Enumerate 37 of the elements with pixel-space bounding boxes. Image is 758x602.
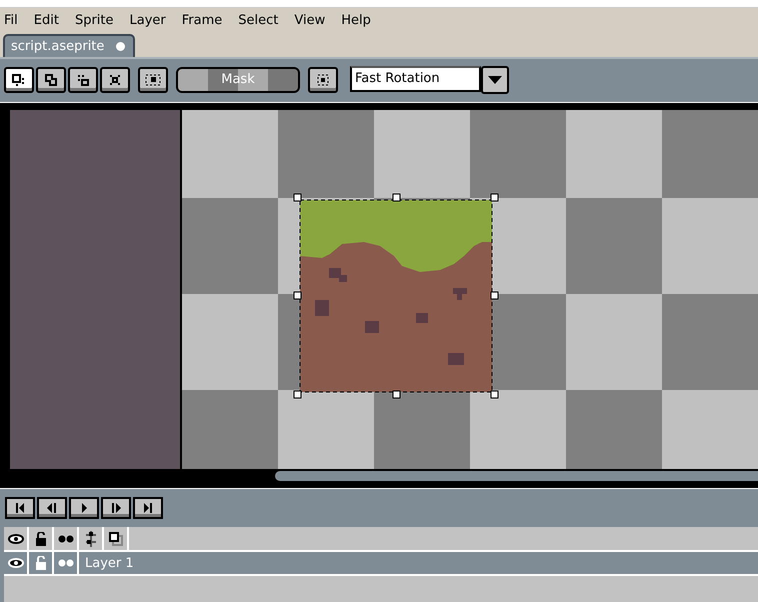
subtract-mode-icon [76,74,90,86]
prev-frame-icon [46,503,58,513]
layer-name: Layer 1 [84,554,134,572]
scrollbar-thumb[interactable] [275,471,758,481]
replace-selection-button[interactable] [4,66,34,92]
modified-dot-icon [116,42,126,51]
grid-button[interactable] [308,66,338,92]
add-selection-button[interactable] [36,66,66,92]
subtract-selection-button[interactable] [68,66,98,92]
first-frame-button[interactable] [5,497,35,519]
dotted-frame-icon [145,74,161,86]
menu-item[interactable]: Help [341,12,371,28]
add-mode-icon [44,74,58,86]
pivot-button[interactable] [138,66,168,92]
menu-item[interactable]: Layer [130,12,166,28]
intersect-mode-icon [108,74,122,86]
next-frame-button[interactable] [101,497,131,519]
first-frame-icon [14,503,26,513]
rotation-dropdown[interactable]: Fast Rotation [350,66,481,92]
intersect-selection-button[interactable] [100,66,130,92]
grid-icon [317,74,329,86]
menu-item[interactable]: Fil [4,12,18,28]
caret-icon [488,76,502,84]
menu-item[interactable]: Sprite [74,12,114,28]
mask-button[interactable]: Mask [176,66,300,92]
menu-item[interactable]: Edit [34,12,59,28]
last-frame-icon [142,503,154,513]
dropdown-button[interactable] [481,66,509,94]
next-frame-icon [110,503,122,513]
replace-mode-icon [12,74,26,86]
prev-frame-button[interactable] [37,497,67,519]
play-frame-button[interactable] [69,497,99,519]
grass-tile-drawing[interactable] [293,193,499,399]
menu-item[interactable]: Frame [182,12,222,28]
menu-item[interactable]: Select [238,12,278,28]
last-frame-button[interactable] [133,497,163,519]
menu-item[interactable]: View [294,12,326,28]
